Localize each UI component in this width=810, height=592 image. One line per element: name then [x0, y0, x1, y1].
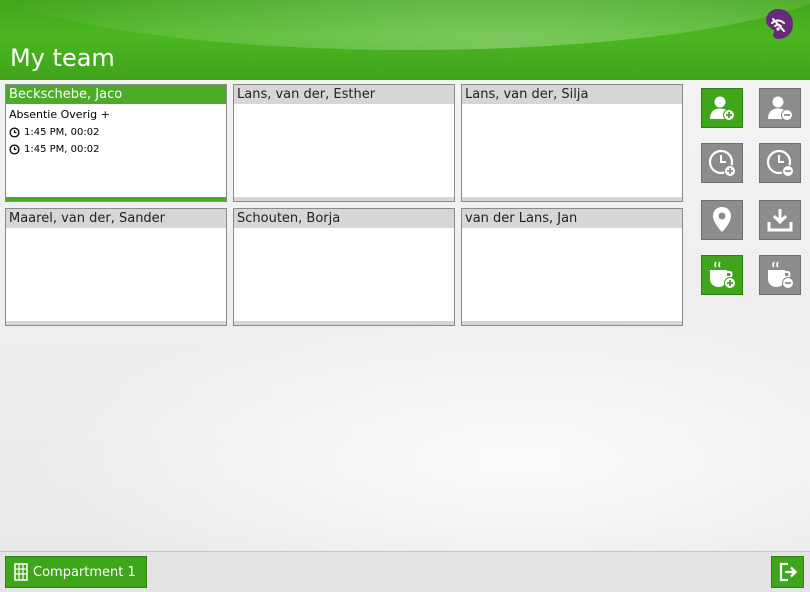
team-card[interactable]: Maarel, van der, Sander — [5, 208, 227, 326]
header-bar: My team — [0, 0, 810, 80]
team-card-name: Maarel, van der, Sander — [6, 209, 226, 228]
compartment-button[interactable]: Compartment 1 — [5, 556, 147, 588]
location-pin-icon — [713, 207, 731, 232]
location-button[interactable] — [701, 200, 743, 240]
start-break-button[interactable] — [701, 255, 743, 295]
user-add-icon — [710, 96, 735, 121]
team-card-name: Lans, van der, Esther — [234, 85, 454, 104]
coffee-remove-icon — [768, 261, 794, 289]
download-icon — [767, 209, 793, 232]
time-entry: 1:45 PM, 00:02 — [6, 127, 226, 138]
card-footer — [234, 197, 454, 201]
card-footer — [6, 197, 226, 201]
team-card[interactable]: Beckschebe, Jaco Absentie Overig + 1:45 … — [5, 84, 227, 202]
card-footer — [462, 321, 682, 325]
team-card[interactable]: Schouten, Borja — [233, 208, 455, 326]
time-entry-value: 1:45 PM, 00:02 — [24, 127, 100, 138]
add-time-button[interactable] — [701, 143, 743, 183]
card-footer — [234, 321, 454, 325]
team-card[interactable]: van der Lans, Jan — [461, 208, 683, 326]
clock-icon — [9, 127, 20, 138]
team-card-name: Schouten, Borja — [234, 209, 454, 228]
clock-add-icon — [708, 149, 736, 177]
exit-icon — [779, 562, 797, 582]
team-card[interactable]: Lans, van der, Esther — [233, 84, 455, 202]
time-entry-value: 1:45 PM, 00:02 — [24, 144, 100, 155]
page-title: My team — [10, 44, 115, 72]
clock-icon — [9, 144, 20, 155]
download-button[interactable] — [759, 200, 801, 240]
team-card-name: Beckschebe, Jaco — [6, 85, 226, 104]
time-entry: 1:45 PM, 00:02 — [6, 144, 226, 155]
card-footer — [462, 197, 682, 201]
coffee-add-icon — [710, 261, 736, 289]
exit-button[interactable] — [771, 556, 804, 588]
wifi-off-icon[interactable] — [762, 8, 794, 40]
add-employee-button[interactable] — [701, 88, 743, 128]
header-swoosh — [0, 0, 810, 50]
team-area: Beckschebe, Jaco Absentie Overig + 1:45 … — [0, 80, 810, 551]
team-card-name: van der Lans, Jan — [462, 209, 682, 228]
card-footer — [6, 321, 226, 325]
clock-remove-icon — [766, 149, 794, 177]
remove-time-button[interactable] — [759, 143, 801, 183]
grid-icon — [14, 563, 28, 581]
absence-status: Absentie Overig + — [9, 108, 110, 121]
end-break-button[interactable] — [759, 255, 801, 295]
team-card[interactable]: Lans, van der, Silja — [461, 84, 683, 202]
footer-bar: Compartment 1 — [0, 551, 810, 592]
remove-employee-button[interactable] — [759, 88, 801, 128]
user-remove-icon — [768, 96, 793, 121]
compartment-label: Compartment 1 — [33, 564, 136, 580]
team-card-name: Lans, van der, Silja — [462, 85, 682, 104]
